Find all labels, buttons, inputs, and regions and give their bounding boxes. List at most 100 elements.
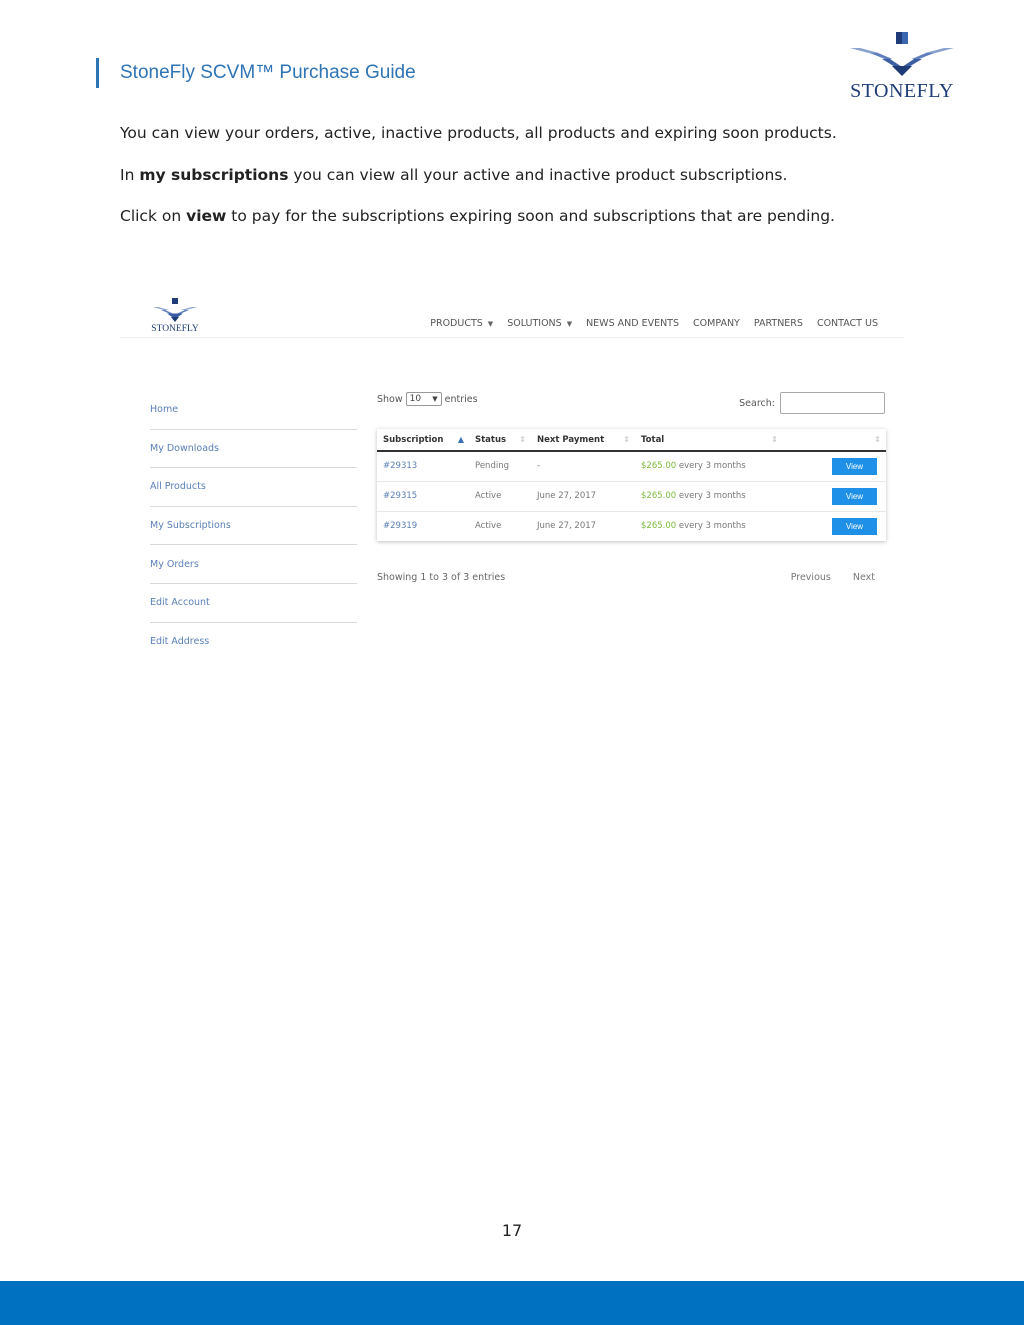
column-header-status[interactable]: Status ⇕ (469, 429, 531, 452)
search-input[interactable] (780, 392, 885, 414)
account-sidebar: Home My Downloads All Products My Subscr… (150, 391, 357, 661)
subscription-link[interactable]: #29315 (383, 491, 417, 501)
column-header-subscription[interactable]: Subscription ▲ (377, 429, 469, 452)
column-header-total[interactable]: Total ⇕ (635, 429, 783, 452)
sidebar-item-my-subscriptions[interactable]: My Subscriptions (150, 507, 357, 546)
entries-label: entries (444, 393, 478, 405)
paragraph-view: Click on view to pay for the subscriptio… (120, 207, 835, 225)
view-button[interactable]: View (832, 457, 877, 475)
caret-down-icon: ▼ (566, 319, 573, 328)
header-label: Next Payment (537, 434, 605, 445)
view-button[interactable]: View (832, 517, 877, 535)
view-button[interactable]: View (832, 487, 877, 505)
subscription-status: Active (475, 521, 502, 532)
sort-icon: ⇕ (771, 435, 778, 444)
subscriptions-table: Subscription ▲ Status ⇕ Next Payment ⇕ Tota… (377, 429, 886, 541)
site-logo[interactable]: STONEFLY (150, 297, 200, 337)
show-entries-control: Show 10 ▼ entries (377, 392, 478, 406)
subscription-total: $265.00 every 3 months (635, 451, 783, 482)
price-amount: $265.00 (641, 521, 677, 532)
action-cell: View (783, 451, 886, 482)
nav-news-and-events[interactable]: NEWS AND EVENTS (586, 318, 679, 329)
sidebar-item-home[interactable]: Home (150, 391, 357, 430)
header-label: Subscription (383, 434, 444, 445)
table-row: #29319 Active June 27, 2017 $265.00 ever… (377, 511, 886, 541)
table-info: Showing 1 to 3 of 3 entries (377, 572, 506, 583)
action-cell: View (783, 481, 886, 512)
next-payment-date: June 27, 2017 (537, 521, 597, 532)
caret-down-icon: ▼ (487, 319, 494, 328)
header-divider (120, 337, 904, 338)
footer-bar (0, 1281, 1024, 1325)
paragraph-text: you can view all your active and inactiv… (288, 166, 788, 184)
table-header-row: Subscription ▲ Status ⇕ Next Payment ⇕ Tota… (377, 429, 886, 452)
table-pagination: Previous Next (791, 572, 875, 583)
show-label: Show (377, 393, 403, 405)
pagination-next[interactable]: Next (853, 572, 875, 583)
search-label: Search: (739, 397, 775, 409)
nav-label: SOLUTIONS (507, 318, 562, 329)
nav-label: PARTNERS (753, 318, 803, 329)
billing-period: every 3 months (676, 461, 746, 472)
nav-label: NEWS AND EVENTS (586, 318, 680, 329)
site-logo-wordmark: STONEFLY (151, 324, 199, 334)
page-number: 17 (501, 1221, 523, 1240)
table-row: #29313 Pending - $265.00 every 3 months … (377, 451, 886, 482)
subscription-id[interactable]: #29313 (377, 451, 469, 482)
table-search: Search: (739, 392, 885, 414)
next-payment-date: June 27, 2017 (531, 481, 635, 512)
paragraph-bold-text: my subscriptions (139, 166, 289, 184)
entries-value: 10 (409, 394, 422, 404)
next-payment-date: - (531, 451, 635, 482)
document-title: StoneFly SCVM™ Purchase Guide (120, 62, 416, 83)
subscription-link[interactable]: #29313 (383, 461, 417, 471)
paragraph-intro: You can view your orders, active, inacti… (120, 124, 837, 142)
sidebar-item-edit-address[interactable]: Edit Address (150, 623, 357, 662)
header-accent-bar (96, 58, 99, 88)
subscription-status: Pending (469, 451, 531, 482)
sort-ascending-icon: ▲ (457, 435, 464, 444)
paragraph-bold-text: view (186, 207, 227, 225)
stonefly-logo-icon (850, 32, 954, 76)
subscription-total: $265.00 every 3 months (635, 511, 783, 541)
nav-products[interactable]: PRODUCTS ▼ (430, 318, 493, 329)
sort-icon: ⇕ (519, 435, 526, 444)
logo-wordmark: STONEFLY (850, 80, 954, 102)
nav-partners[interactable]: PARTNERS (754, 318, 803, 329)
subscription-link[interactable]: #29319 (383, 521, 417, 531)
subscription-id[interactable]: #29319 (377, 511, 469, 541)
stonefly-logo-icon (153, 298, 197, 322)
billing-period: every 3 months (676, 491, 746, 501)
sidebar-item-edit-account[interactable]: Edit Account (150, 584, 357, 623)
subscription-total: $265.00 every 3 months (635, 481, 783, 512)
nav-label: CONTACT US (816, 318, 878, 329)
billing-period: every 3 months (676, 521, 746, 532)
account-page-screenshot: STONEFLY PRODUCTS ▼ SOLUTIONS ▼ NEWS AND E… (120, 293, 904, 673)
column-header-actions[interactable]: ⇕ (783, 429, 886, 452)
stonefly-logo: STONEFLY (846, 28, 958, 104)
sidebar-item-my-orders[interactable]: My Orders (150, 545, 357, 584)
paragraph-text: In (120, 166, 140, 184)
header-label: Status (475, 434, 507, 445)
price-amount: $265.00 (641, 491, 677, 501)
subscription-id[interactable]: #29315 (377, 481, 469, 512)
nav-label: COMPANY (693, 318, 740, 329)
main-navigation: PRODUCTS ▼ SOLUTIONS ▼ NEWS AND EVENTS COM… (430, 318, 878, 329)
sidebar-item-all-products[interactable]: All Products (150, 468, 357, 507)
table-row: #29315 Active June 27, 2017 $265.00 ever… (377, 481, 886, 512)
paragraph-text: Click on (120, 207, 187, 225)
sort-icon: ⇕ (623, 435, 630, 444)
nav-solutions[interactable]: SOLUTIONS ▼ (507, 318, 572, 329)
column-header-next-payment[interactable]: Next Payment ⇕ (531, 429, 635, 452)
sidebar-item-my-downloads[interactable]: My Downloads (150, 430, 357, 469)
sort-icon: ⇕ (874, 435, 881, 444)
action-cell: View (783, 511, 886, 541)
header-label: Total (641, 434, 665, 445)
nav-contact-us[interactable]: CONTACT US (817, 318, 878, 329)
entries-select[interactable]: 10 ▼ (405, 392, 442, 406)
price-amount: $265.00 (641, 461, 677, 472)
pagination-previous[interactable]: Previous (791, 572, 831, 583)
dropdown-arrow-icon: ▼ (432, 395, 438, 403)
nav-company[interactable]: COMPANY (693, 318, 740, 329)
subscription-status: Active (469, 481, 531, 512)
